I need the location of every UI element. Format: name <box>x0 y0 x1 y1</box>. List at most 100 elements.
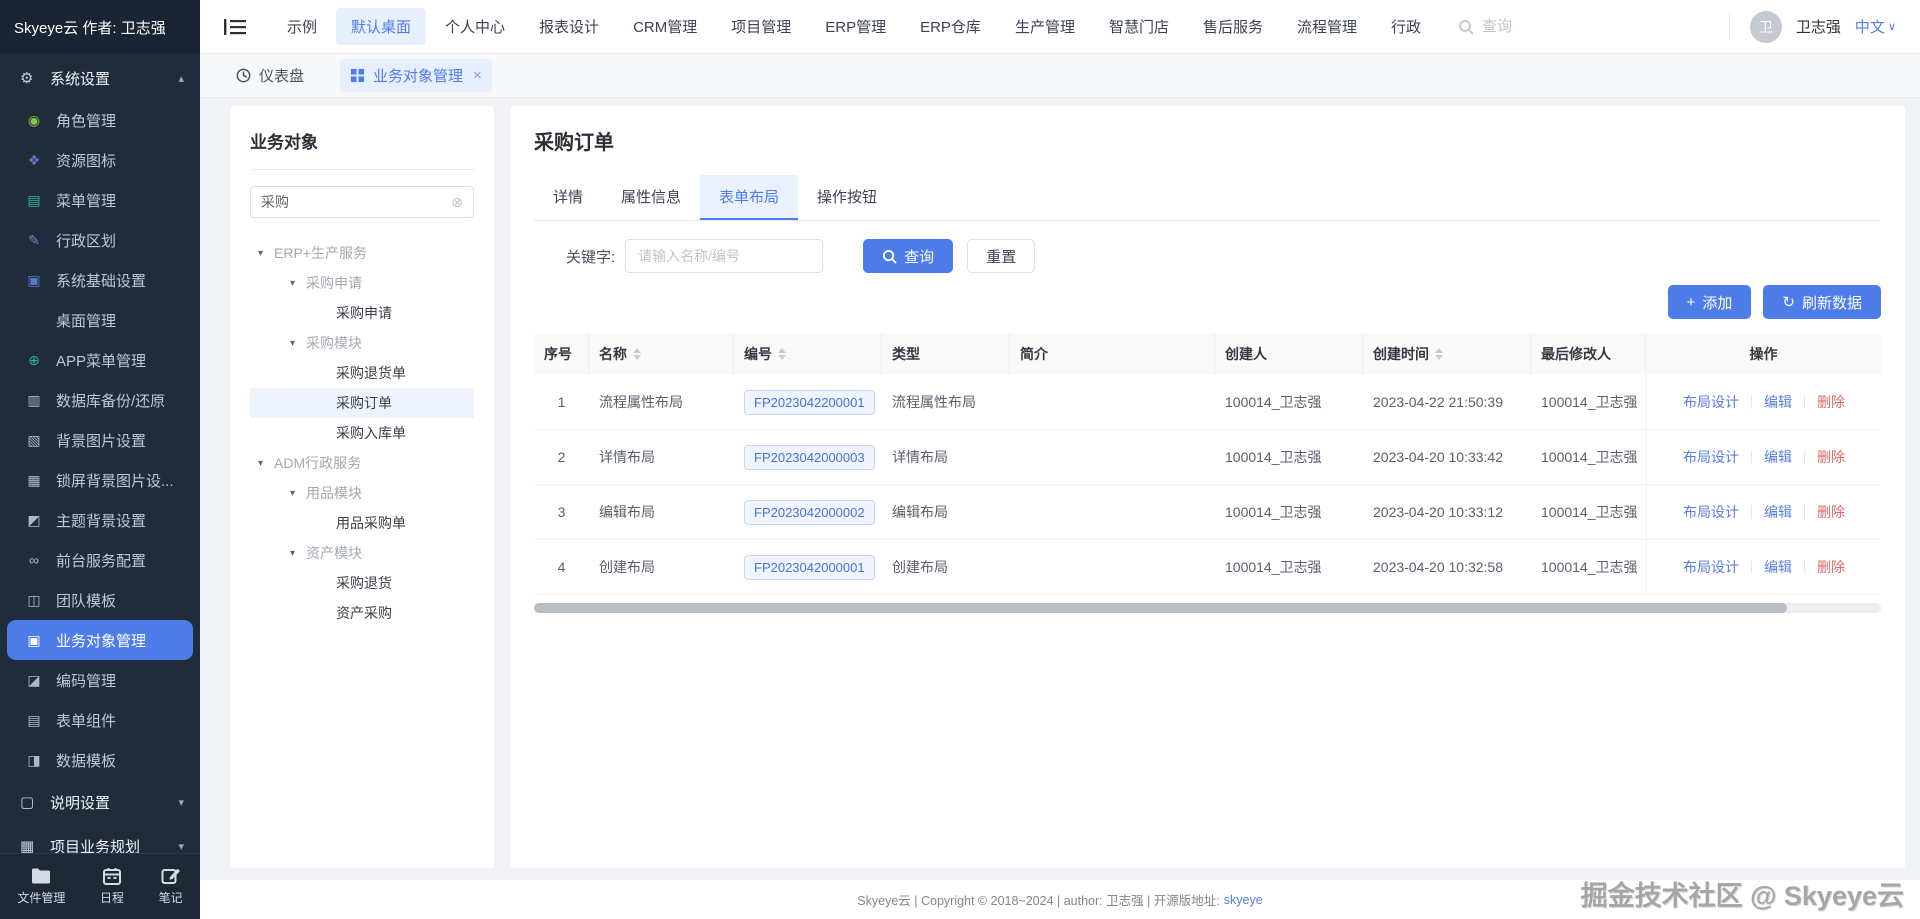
search-button[interactable]: 查询 <box>863 239 954 273</box>
nav-item-production[interactable]: 生产管理 <box>1000 8 1090 45</box>
gear-icon: ⚙ <box>20 70 34 87</box>
reset-button[interactable]: 重置 <box>967 239 1036 273</box>
sort-icon[interactable] <box>633 348 641 360</box>
nav-item-after-sales[interactable]: 售后服务 <box>1188 8 1278 45</box>
tree-caret-icon[interactable]: ▾ <box>290 548 306 559</box>
tree-node[interactable]: ▾ 采购模块 <box>250 328 474 358</box>
tree-node[interactable]: ▾ 采购申请 <box>250 268 474 298</box>
sidebar-section-description-settings[interactable]: ▢ 说明设置 ▾ <box>0 780 200 824</box>
nav-item-report-design[interactable]: 报表设计 <box>524 8 614 45</box>
nav-item-erp[interactable]: ERP管理 <box>810 8 901 45</box>
add-button[interactable]: + 添加 <box>1667 285 1752 319</box>
tree-caret-icon[interactable]: ▾ <box>290 338 306 349</box>
tree-caret-icon[interactable]: ▾ <box>290 278 306 289</box>
sidebar-item-system-base-settings[interactable]: ▣ 系统基础设置 <box>0 260 200 300</box>
tree-node[interactable]: 采购退货单 <box>250 358 474 388</box>
sidebar-item-code-management[interactable]: ◪ 编码管理 <box>0 660 200 700</box>
layout-design-link[interactable]: 布局设计 <box>1671 557 1751 577</box>
file-management-shortcut[interactable]: 文件管理 <box>17 867 65 906</box>
delete-link[interactable]: 删除 <box>1805 557 1857 577</box>
tab-action-buttons[interactable]: 操作按钮 <box>798 175 896 220</box>
language-label: 中文 <box>1854 19 1885 36</box>
nav-item-smart-store[interactable]: 智慧门店 <box>1094 8 1184 45</box>
collapse-menu-icon[interactable] <box>224 18 246 36</box>
tree-node[interactable]: 采购申请 <box>250 298 474 328</box>
refresh-data-button[interactable]: ↻ 刷新数据 <box>1763 285 1881 319</box>
edit-link[interactable]: 编辑 <box>1752 392 1804 412</box>
tree-node[interactable]: 用品采购单 <box>250 508 474 538</box>
sidebar-item-theme-background[interactable]: ◩ 主题背景设置 <box>0 500 200 540</box>
edit-link[interactable]: 编辑 <box>1752 447 1804 467</box>
sidebar-item-app-menu-management[interactable]: ⊕ APP菜单管理 <box>0 340 200 380</box>
edit-link[interactable]: 编辑 <box>1752 557 1804 577</box>
horizontal-scrollbar[interactable] <box>534 603 1881 613</box>
tab-business-object-management[interactable]: 业务对象管理 × <box>340 59 492 92</box>
sidebar-item-business-object-management[interactable]: ▣ 业务对象管理 <box>7 620 193 660</box>
sidebar-item-db-backup-restore[interactable]: ▥ 数据库备份/还原 <box>0 380 200 420</box>
folder-icon <box>32 868 51 884</box>
tab-dashboard[interactable]: 仪表盘 <box>226 59 314 92</box>
tab-attribute-info[interactable]: 属性信息 <box>602 175 700 220</box>
nav-item-default-desktop[interactable]: 默认桌面 <box>336 8 427 45</box>
sidebar-section-project-business-planning[interactable]: ▦ 项目业务规划 ▾ <box>0 824 200 853</box>
tree-caret-icon[interactable]: ▾ <box>290 488 306 499</box>
tree-node[interactable]: 资产采购 <box>250 598 474 628</box>
tree-node[interactable]: ▾ ERP+生产服务 <box>250 238 474 268</box>
opensource-link[interactable]: skyeye <box>1224 893 1263 907</box>
user-name[interactable]: 卫志强 <box>1796 16 1841 37</box>
tree-node-selected[interactable]: 采购订单 <box>250 388 474 418</box>
tree-node[interactable]: 采购退货 <box>250 568 474 598</box>
notes-shortcut[interactable]: 笔记 <box>159 867 183 906</box>
tree-node[interactable]: ▾ 用品模块 <box>250 478 474 508</box>
delete-link[interactable]: 删除 <box>1805 392 1857 412</box>
sidebar-item-label: APP菜单管理 <box>56 352 147 370</box>
sidebar-item-data-template[interactable]: ◨ 数据模板 <box>0 740 200 780</box>
sidebar-item-background-image-settings[interactable]: ▧ 背景图片设置 <box>0 420 200 460</box>
cell-index: 3 <box>557 504 566 520</box>
avatar[interactable]: 卫 <box>1749 10 1782 43</box>
sort-icon[interactable] <box>778 348 786 360</box>
nav-item-process[interactable]: 流程管理 <box>1282 8 1372 45</box>
nav-item-crm[interactable]: CRM管理 <box>618 8 712 45</box>
sidebar-item-desktop-management[interactable]: 桌面管理 <box>0 300 200 340</box>
sidebar-item-lockscreen-background[interactable]: ▦ 锁屏背景图片设... <box>0 460 200 500</box>
nav-item-project[interactable]: 项目管理 <box>716 8 806 45</box>
close-icon[interactable]: × <box>473 67 482 84</box>
tree-caret-icon[interactable]: ▾ <box>258 248 274 259</box>
scrollbar-thumb[interactable] <box>534 603 1787 613</box>
delete-link[interactable]: 删除 <box>1805 447 1857 467</box>
layout-design-link[interactable]: 布局设计 <box>1671 447 1751 467</box>
sidebar-item-team-template[interactable]: ◫ 团队模板 <box>0 580 200 620</box>
tree-node-label: 采购模块 <box>306 335 362 351</box>
sidebar-item-resource-icons[interactable]: ❖ 资源图标 <box>0 140 200 180</box>
sort-icon[interactable] <box>1435 348 1443 360</box>
tree-search-input[interactable] <box>261 194 452 210</box>
cell-name: 编辑布局 <box>599 504 655 520</box>
layout-design-link[interactable]: 布局设计 <box>1671 502 1751 522</box>
nav-item-personal-center[interactable]: 个人中心 <box>430 8 520 45</box>
sidebar-item-role-management[interactable]: ◉ 角色管理 <box>0 100 200 140</box>
keyword-input[interactable] <box>625 239 824 273</box>
nav-item-administration[interactable]: 行政 <box>1376 8 1436 45</box>
sidebar-item-menu-management[interactable]: ▤ 菜单管理 <box>0 180 200 220</box>
tab-details[interactable]: 详情 <box>534 175 602 220</box>
clear-icon[interactable]: ⊗ <box>451 194 463 211</box>
tab-form-layout[interactable]: 表单布局 <box>700 175 799 220</box>
global-search-input[interactable] <box>1482 18 1613 35</box>
tree-node[interactable]: ▾ ADM行政服务 <box>250 448 474 478</box>
nav-item-erp-warehouse[interactable]: ERP仓库 <box>905 8 996 45</box>
business-object-panel: 业务对象 ⊗ ▾ERP+生产服务 ▾采购申请 采购申请 ▾采购模块 采购退货单 … <box>230 106 494 868</box>
nav-item-examples[interactable]: 示例 <box>272 8 332 45</box>
edit-link[interactable]: 编辑 <box>1752 502 1804 522</box>
sidebar-section-system-settings[interactable]: ⚙ 系统设置 ▴ <box>0 56 200 100</box>
tree-node[interactable]: 采购入库单 <box>250 418 474 448</box>
sidebar-item-form-components[interactable]: ▤ 表单组件 <box>0 700 200 740</box>
sidebar-item-admin-regions[interactable]: ✎ 行政区划 <box>0 220 200 260</box>
calendar-shortcut[interactable]: 日程 <box>100 867 124 906</box>
sidebar-item-frontend-service-config[interactable]: ∞ 前台服务配置 <box>0 540 200 580</box>
language-switcher[interactable]: 中文 ∨ <box>1855 16 1896 37</box>
delete-link[interactable]: 删除 <box>1805 502 1857 522</box>
tree-node[interactable]: ▾ 资产模块 <box>250 538 474 568</box>
tree-caret-icon[interactable]: ▾ <box>258 458 274 469</box>
layout-design-link[interactable]: 布局设计 <box>1671 392 1751 412</box>
